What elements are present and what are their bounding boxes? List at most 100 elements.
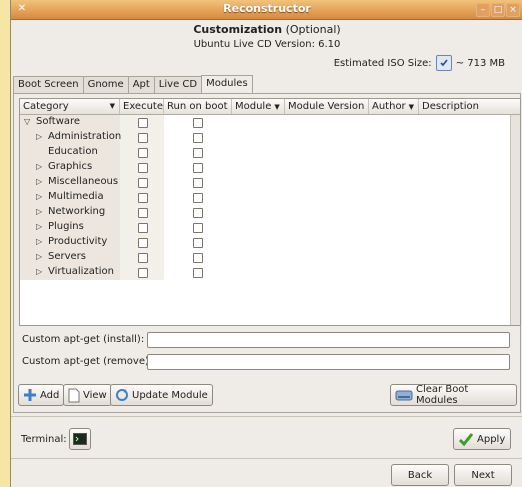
category-label: Networking — [48, 206, 106, 217]
expander-right-icon[interactable]: ▷ — [36, 237, 42, 246]
expander-right-icon[interactable]: ▷ — [36, 252, 42, 261]
separator — [11, 458, 522, 459]
checkmark-icon — [458, 432, 474, 446]
category-label: Education — [48, 146, 98, 157]
run-on-boot-checkbox[interactable] — [193, 133, 203, 143]
execute-checkbox[interactable] — [138, 193, 148, 203]
view-button[interactable]: View — [63, 384, 112, 406]
terminal-label: Terminal: — [21, 434, 67, 445]
iso-size: Estimated ISO Size: ~ 713 MB — [334, 55, 505, 71]
execute-checkbox[interactable] — [138, 223, 148, 233]
execute-checkbox[interactable] — [138, 253, 148, 263]
tab-gnome[interactable]: Gnome — [82, 76, 129, 93]
optional-label: (Optional) — [285, 23, 341, 36]
table-row[interactable]: ▷ Miscellaneous — [20, 175, 520, 190]
column-author[interactable]: Author ▼ — [369, 99, 419, 114]
column-description[interactable]: Description — [419, 99, 511, 114]
column-execute[interactable]: Execute — [120, 99, 164, 114]
document-icon — [68, 388, 80, 403]
refresh-iso-icon[interactable] — [435, 55, 452, 71]
table-row[interactable]: ▷ Graphics — [20, 160, 520, 175]
expander-down-icon[interactable]: ▽ — [24, 117, 30, 126]
category-label: Software — [36, 116, 81, 127]
maximize-icon[interactable]: □ — [491, 3, 505, 17]
add-button[interactable]: Add — [18, 384, 65, 406]
execute-checkbox[interactable] — [138, 238, 148, 248]
run-on-boot-checkbox[interactable] — [193, 178, 203, 188]
table-row[interactable]: ▷ Virtualization — [20, 265, 520, 280]
category-label: Administration — [48, 131, 122, 142]
remove-field[interactable] — [147, 354, 510, 370]
expander-right-icon[interactable]: ▷ — [36, 222, 42, 231]
run-on-boot-checkbox[interactable] — [193, 238, 203, 248]
execute-checkbox[interactable] — [138, 268, 148, 278]
table-row[interactable]: Education — [20, 145, 520, 160]
table-row[interactable]: ▷ Multimedia — [20, 190, 520, 205]
execute-checkbox[interactable] — [138, 118, 148, 128]
minimize-icon[interactable]: – — [476, 3, 490, 17]
drive-icon — [395, 388, 413, 402]
tree-rows: ▽ Software ▷ Administration Education ▷ Graphi… — [20, 115, 520, 280]
expander-right-icon[interactable]: ▷ — [36, 132, 42, 141]
table-row[interactable]: ▷ Productivity — [20, 235, 520, 250]
category-label: Miscellaneous — [48, 176, 119, 187]
execute-checkbox[interactable] — [138, 178, 148, 188]
expander-right-icon[interactable]: ▷ — [36, 177, 42, 186]
column-module[interactable]: Module ▼ — [232, 99, 285, 114]
vertical-scrollbar[interactable] — [510, 115, 520, 325]
back-button[interactable]: Back — [391, 464, 449, 486]
execute-checkbox[interactable] — [138, 148, 148, 158]
tab-apt[interactable]: Apt — [127, 76, 155, 93]
execute-checkbox[interactable] — [138, 133, 148, 143]
table-row[interactable]: ▷ Plugins — [20, 220, 520, 235]
table-row[interactable]: ▽ Software — [20, 115, 520, 130]
run-on-boot-checkbox[interactable] — [193, 268, 203, 278]
expander-right-icon[interactable]: ▷ — [36, 192, 42, 201]
execute-checkbox[interactable] — [138, 208, 148, 218]
execute-checkbox[interactable] — [138, 163, 148, 173]
expander-right-icon[interactable]: ▷ — [36, 162, 42, 171]
category-label: Plugins — [48, 221, 84, 232]
update-module-button[interactable]: Update Module — [110, 384, 213, 406]
column-module-label: Module — [235, 101, 272, 112]
add-label: Add — [40, 389, 60, 401]
expander-right-icon[interactable]: ▷ — [36, 267, 42, 276]
run-on-boot-checkbox[interactable] — [193, 118, 203, 128]
run-on-boot-checkbox[interactable] — [193, 223, 203, 233]
next-button[interactable]: Next — [454, 464, 512, 486]
customization-heading: Customization (Optional) — [11, 23, 522, 36]
sort-down-icon: ▼ — [274, 103, 280, 111]
tab-modules[interactable]: Modules — [201, 75, 253, 94]
table-row[interactable]: ▷ Servers — [20, 250, 520, 265]
run-on-boot-checkbox[interactable] — [193, 253, 203, 263]
modules-panel: Category ▼ Execute Run on boot Module ▼ Mo… — [13, 93, 521, 413]
column-category[interactable]: Category ▼ — [20, 99, 120, 114]
clear-boot-modules-button[interactable]: Clear Boot Modules — [390, 384, 517, 406]
title-bar[interactable]: ✕ Reconstructor – □ × — [11, 0, 522, 20]
install-field[interactable] — [147, 332, 510, 348]
expander-right-icon[interactable]: ▷ — [36, 207, 42, 216]
table-row[interactable]: ▷ Administration — [20, 130, 520, 145]
run-on-boot-checkbox[interactable] — [193, 148, 203, 158]
refresh-icon — [115, 388, 129, 402]
iso-value: ~ 713 MB — [455, 57, 505, 69]
column-module-version[interactable]: Module Version — [285, 99, 369, 114]
version-line: Ubuntu Live CD Version: 6.10 — [193, 39, 341, 50]
run-on-boot-checkbox[interactable] — [193, 193, 203, 203]
tab-boot-screen[interactable]: Boot Screen — [13, 76, 84, 93]
sort-down-icon: ▼ — [408, 103, 415, 111]
tab-live-cd[interactable]: Live CD — [153, 76, 203, 93]
install-label: Custom apt-get (install): — [22, 334, 145, 345]
terminal-button[interactable] — [69, 428, 91, 450]
column-run-on-boot[interactable]: Run on boot — [164, 99, 232, 114]
run-on-boot-checkbox[interactable] — [193, 163, 203, 173]
run-on-boot-checkbox[interactable] — [193, 208, 203, 218]
modules-tree: Category ▼ Execute Run on boot Module ▼ Mo… — [19, 98, 521, 326]
apply-button[interactable]: Apply — [453, 428, 511, 450]
close-icon[interactable]: × — [506, 3, 520, 17]
table-row[interactable]: ▷ Networking — [20, 205, 520, 220]
category-label: Graphics — [48, 161, 93, 172]
terminal-icon — [73, 433, 87, 445]
window-title: Reconstructor — [223, 2, 311, 15]
iso-label: Estimated ISO Size: — [333, 57, 432, 69]
